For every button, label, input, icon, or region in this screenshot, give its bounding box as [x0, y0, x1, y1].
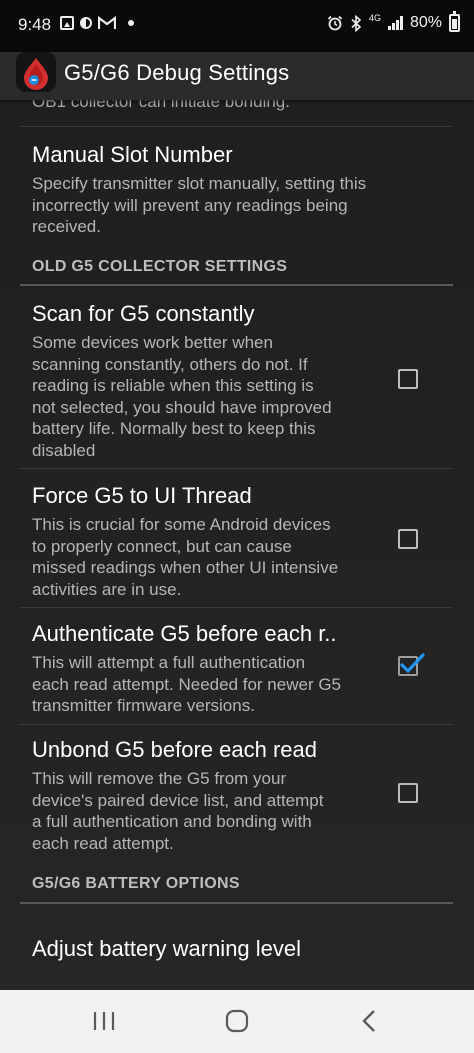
page-title: G5/G6 Debug Settings: [64, 60, 290, 85]
section-divider: [20, 284, 453, 286]
pref-scan-for-g5-constantly[interactable]: Scan for G5 constantly Some devices work…: [0, 301, 474, 466]
partial-summary-text: OB1 collector can initiate bonding.: [32, 100, 290, 111]
pref-summary: Specify transmitter slot manually, setti…: [32, 174, 367, 237]
gmail-icon: [98, 16, 116, 29]
authenticate-checkbox[interactable]: [398, 653, 425, 676]
pref-summary: This will remove the G5 from your device…: [32, 769, 324, 853]
pref-adjust-battery-warning[interactable]: Adjust battery warning level: [0, 936, 474, 976]
pref-summary: This will attempt a full authentication …: [32, 653, 342, 716]
divider: [20, 126, 452, 127]
system-icons: 4G 80%: [327, 11, 460, 32]
pref-summary: This is crucial for some Android devices…: [32, 515, 339, 599]
recent-apps-icon[interactable]: [90, 1008, 118, 1034]
more-notifications-icon: [128, 20, 134, 26]
battery-percent: 80%: [409, 14, 442, 31]
pref-manual-slot-number[interactable]: Manual Slot Number Specify transmitter s…: [0, 142, 474, 242]
divider: [20, 468, 452, 469]
section-header-battery-options: G5/G6 BATTERY OPTIONS: [32, 875, 240, 892]
pref-unbond-g5[interactable]: Unbond G5 before each read This will rem…: [0, 737, 474, 857]
pref-title: Unbond G5 before each read: [32, 737, 317, 762]
divider: [20, 724, 452, 725]
checkmark-icon: [400, 653, 425, 674]
pref-title: Scan for G5 constantly: [32, 301, 255, 326]
pref-title: Authenticate G5 before each r..: [32, 621, 337, 646]
pref-force-g5-ui-thread[interactable]: Force G5 to UI Thread This is crucial fo…: [0, 483, 474, 603]
xdrip-blood-drop-icon[interactable]: [16, 52, 56, 92]
section-header-old-g5-collector: OLD G5 COLLECTOR SETTINGS: [32, 258, 288, 275]
notification-icons: [60, 16, 134, 30]
bluetooth-icon: [351, 14, 362, 32]
alarm-icon: [327, 15, 343, 31]
app-bar: G5/G6 Debug Settings: [0, 52, 474, 100]
divider: [20, 607, 452, 608]
pref-title: Adjust battery warning level: [32, 936, 302, 961]
data-saver-icon: [80, 17, 92, 29]
unbond-checkbox[interactable]: [398, 783, 418, 803]
scan-constantly-checkbox[interactable]: [398, 369, 418, 389]
pref-title: Manual Slot Number: [32, 142, 233, 167]
force-ui-thread-checkbox[interactable]: [398, 529, 418, 549]
back-icon[interactable]: [356, 1008, 384, 1034]
battery-icon: [449, 11, 460, 32]
navigation-bar: [0, 990, 474, 1053]
signal-icon: [387, 16, 403, 30]
gallery-icon: [60, 16, 74, 30]
status-time: 9:48: [18, 15, 52, 34]
settings-list[interactable]: OB1 collector can initiate bonding. Manu…: [0, 100, 474, 990]
pref-summary: Some devices work better when scanning c…: [32, 333, 332, 460]
status-bar: 9:48 4G 80%: [0, 0, 474, 52]
pref-authenticate-g5[interactable]: Authenticate G5 before each r.. This wil…: [0, 621, 474, 721]
home-icon[interactable]: [223, 1008, 251, 1034]
pref-title: Force G5 to UI Thread: [32, 483, 252, 508]
network-type-label: 4G: [368, 13, 381, 23]
section-divider: [20, 902, 453, 904]
